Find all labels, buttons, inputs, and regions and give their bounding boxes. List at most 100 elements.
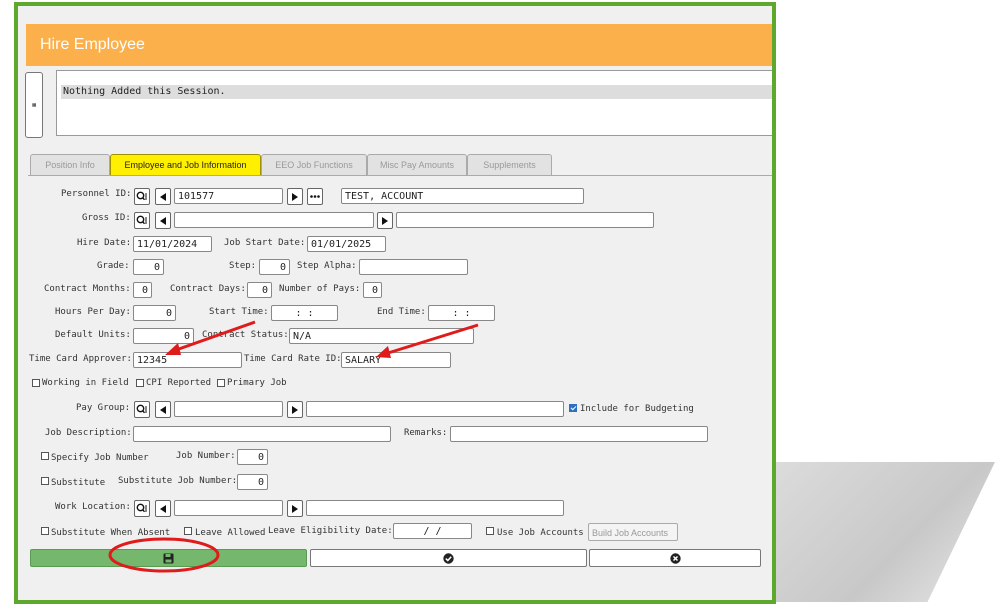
number-of-pays-input[interactable]: 0 (363, 282, 382, 298)
cpi-reported-checkbox[interactable] (136, 379, 144, 387)
triangle-right-icon (382, 216, 388, 225)
window-title: Hire Employee (26, 24, 772, 66)
triangle-right-icon (292, 405, 298, 414)
floppy-disk-icon (163, 553, 174, 563)
use-job-accounts-checkbox[interactable] (486, 527, 494, 535)
list-icon (32, 103, 36, 107)
contract-status-label: Contract Status: (202, 330, 289, 340)
end-time-input[interactable]: : : (428, 305, 495, 321)
job-start-date-label: Job Start Date: (224, 238, 306, 248)
start-time-input[interactable]: : : (271, 305, 338, 321)
check-circle-icon (443, 552, 454, 564)
pay-group-input[interactable] (174, 401, 283, 417)
time-card-approver-input[interactable]: 12345 (133, 352, 242, 368)
step-alpha-label: Step Alpha: (297, 261, 357, 271)
work-location-input[interactable] (174, 500, 283, 516)
build-job-accounts-select[interactable]: Build Job Accounts (588, 523, 678, 541)
grade-label: Grade: (97, 261, 130, 271)
pay-group-prev-button[interactable] (155, 401, 171, 418)
time-card-rate-id-input[interactable]: SALARY (341, 352, 451, 368)
cancel-button[interactable] (589, 549, 761, 567)
job-start-date-input[interactable]: 01/01/2025 (307, 236, 386, 252)
gross-id-next-button[interactable] (377, 212, 393, 229)
start-time-label: Start Time: (209, 307, 269, 317)
session-message: Nothing Added this Session. (61, 85, 772, 99)
tab-supplements[interactable]: Supplements (467, 154, 552, 175)
working-in-field-checkbox[interactable] (32, 379, 40, 387)
menu-button[interactable] (25, 72, 43, 138)
tab-eeo-job-functions[interactable]: EEO Job Functions (261, 154, 367, 175)
hire-date-label: Hire Date: (77, 238, 132, 248)
remarks-input[interactable] (450, 426, 708, 442)
personnel-id-more-button[interactable] (307, 188, 323, 205)
number-of-pays-label: Number of Pays: (279, 284, 361, 294)
personnel-id-lookup-button[interactable] (134, 188, 150, 205)
leave-allowed-checkbox[interactable] (184, 527, 192, 535)
tab-employee-job-information[interactable]: Employee and Job Information (110, 154, 261, 175)
job-number-label: Job Number: (176, 451, 236, 461)
step-alpha-input[interactable] (359, 259, 468, 275)
grade-input[interactable]: 0 (133, 259, 164, 275)
x-circle-icon (669, 552, 681, 564)
search-list-icon (136, 191, 147, 201)
search-list-icon (136, 503, 147, 513)
gross-id-prev-button[interactable] (155, 212, 171, 229)
employee-name-display: TEST, ACCOUNT (341, 188, 584, 204)
time-card-approver-label: Time Card Approver: (29, 354, 132, 364)
hours-per-day-label: Hours Per Day: (55, 307, 131, 317)
substitute-checkbox[interactable] (41, 477, 49, 485)
pay-group-next-button[interactable] (287, 401, 303, 418)
primary-job-checkbox[interactable] (217, 379, 225, 387)
remarks-label: Remarks: (404, 428, 448, 438)
step-label: Step: (229, 261, 257, 271)
primary-job-label: Primary Job (227, 378, 287, 388)
specify-job-number-checkbox[interactable] (41, 452, 49, 460)
work-location-description (306, 500, 564, 516)
include-for-budgeting-checkbox[interactable] (569, 404, 577, 412)
job-description-input[interactable] (133, 426, 391, 442)
leave-eligibility-date-input[interactable]: / / (393, 523, 472, 539)
work-location-prev-button[interactable] (155, 500, 171, 517)
personnel-id-label: Personnel ID: (61, 189, 132, 199)
pay-group-lookup-button[interactable] (134, 401, 150, 418)
search-list-icon (136, 404, 147, 414)
triangle-left-icon (160, 192, 166, 201)
triangle-right-icon (292, 504, 298, 513)
contract-days-label: Contract Days: (170, 284, 246, 294)
time-card-rate-id-label: Time Card Rate ID: (244, 354, 342, 364)
session-panel: Nothing Added this Session. (56, 70, 772, 136)
work-location-lookup-button[interactable] (134, 500, 150, 517)
leave-eligibility-date-label: Leave Eligibility Date: (268, 526, 393, 536)
substitute-label: Substitute (51, 478, 106, 488)
triangle-left-icon (160, 216, 166, 225)
confirm-button[interactable] (310, 549, 587, 567)
drop-shadow (770, 462, 995, 602)
personnel-id-prev-button[interactable] (155, 188, 171, 205)
hire-date-input[interactable]: 11/01/2024 (133, 236, 212, 252)
tab-misc-pay-amounts[interactable]: Misc Pay Amounts (367, 154, 467, 175)
personnel-id-input[interactable]: 101577 (174, 188, 283, 204)
work-location-next-button[interactable] (287, 500, 303, 517)
tab-position-info[interactable]: Position Info (30, 154, 110, 175)
substitute-when-absent-checkbox[interactable] (41, 527, 49, 535)
substitute-job-number-input[interactable]: 0 (237, 474, 268, 490)
use-job-accounts-label: Use Job Accounts (497, 528, 584, 538)
contract-days-input[interactable]: 0 (247, 282, 272, 298)
gross-id-input[interactable] (174, 212, 374, 228)
work-location-label: Work Location: (55, 502, 131, 512)
contract-months-input[interactable]: 0 (133, 282, 152, 298)
contract-status-select[interactable]: N/A (289, 328, 474, 344)
hours-per-day-input[interactable]: 0 (133, 305, 176, 321)
screenshot-frame: Hire Employee Nothing Added this Session… (14, 2, 776, 604)
step-input[interactable]: 0 (259, 259, 290, 275)
save-button[interactable] (30, 549, 307, 567)
end-time-label: End Time: (377, 307, 426, 317)
personnel-id-next-button[interactable] (287, 188, 303, 205)
working-in-field-label: Working in Field (42, 378, 129, 388)
gross-id-lookup-button[interactable] (134, 212, 150, 229)
include-for-budgeting-label: Include for Budgeting (580, 404, 694, 414)
build-job-accounts-placeholder: Build Job Accounts (592, 528, 669, 538)
default-units-input[interactable]: 0 (133, 328, 194, 344)
triangle-left-icon (160, 405, 166, 414)
job-number-input[interactable]: 0 (237, 449, 268, 465)
